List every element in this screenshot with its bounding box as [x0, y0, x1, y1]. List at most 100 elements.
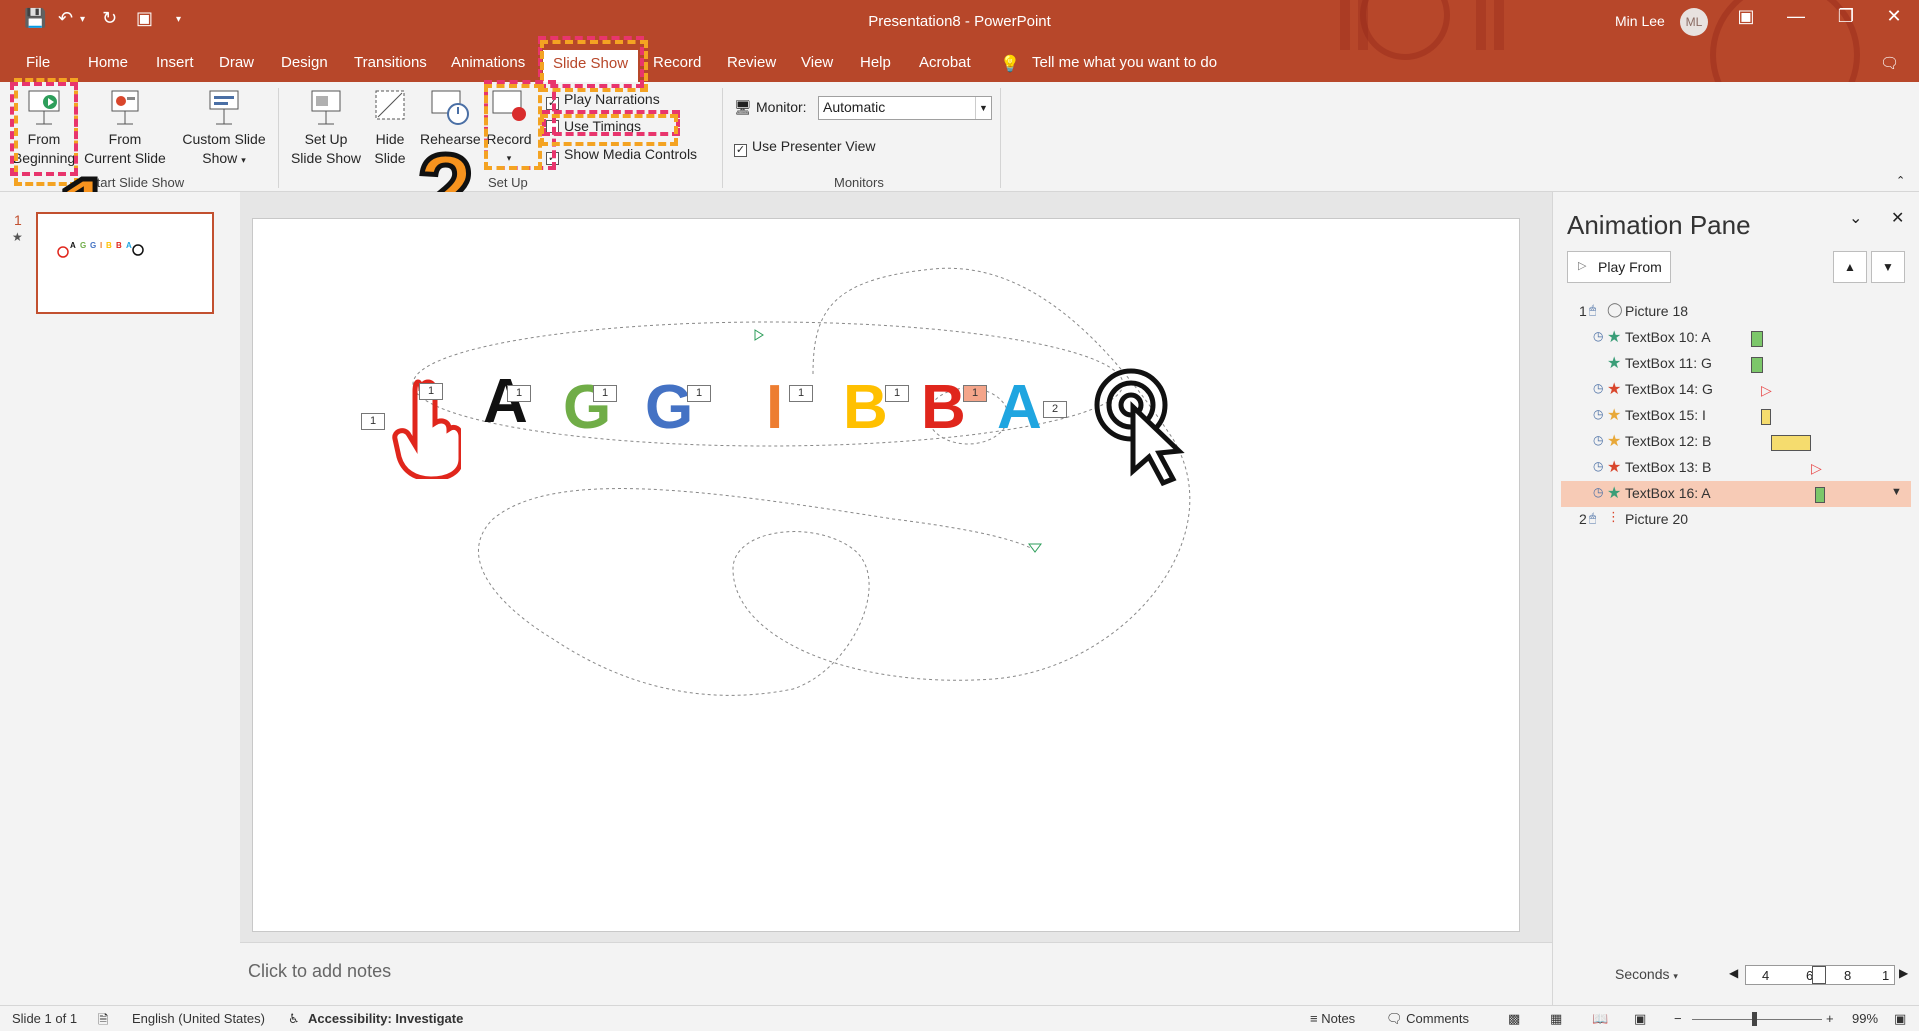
zoom-slider-thumb[interactable]	[1752, 1012, 1757, 1026]
close-icon[interactable]: ✕	[1874, 6, 1914, 27]
spell-check-icon[interactable]: 🗎	[98, 1011, 108, 1031]
svg-text:I: I	[100, 241, 102, 250]
comments-toggle[interactable]: 🗨 Comments	[1386, 1011, 1469, 1027]
show-media-controls-checkbox[interactable]: ✓ Show Media Controls	[546, 146, 697, 165]
item-dropdown-icon[interactable]: ▼	[1891, 486, 1902, 498]
timing-triangle-icon[interactable]: ▷	[1761, 382, 1772, 399]
minimize-icon[interactable]: —	[1776, 6, 1816, 27]
highlight-use-timings-orange	[540, 114, 678, 146]
arrow-up-icon: ▲	[1844, 260, 1856, 274]
animation-order-tag[interactable]: 1	[361, 413, 385, 430]
accessibility-status[interactable]: Accessibility: Investigate	[308, 1011, 463, 1026]
animation-order-tag[interactable]: 1	[687, 385, 711, 402]
animation-order-tag-selected[interactable]: 1	[963, 385, 987, 402]
fit-to-window-icon[interactable]: ▣	[1894, 1011, 1906, 1027]
avatar[interactable]: ML	[1680, 8, 1708, 36]
tab-animations[interactable]: Animations	[451, 54, 525, 71]
animation-item[interactable]: ◷ ★ TextBox 12: B	[1561, 429, 1911, 455]
animation-order-tag[interactable]: 1	[789, 385, 813, 402]
hide-slide-button[interactable]: Hide Slide	[366, 88, 414, 168]
timing-triangle-icon[interactable]: ▷	[1811, 460, 1822, 477]
play-narrations-checkbox[interactable]: ✓ Play Narrations	[546, 91, 660, 110]
animation-item[interactable]: 1 🖱 ◯ Picture 18	[1561, 299, 1911, 325]
slide-letter-1[interactable]: A	[483, 371, 528, 433]
tab-record[interactable]: Record	[653, 54, 701, 71]
close-pane-icon[interactable]: ✕	[1891, 208, 1904, 228]
timing-bar[interactable]	[1771, 435, 1811, 451]
timing-bar[interactable]	[1761, 409, 1771, 425]
zoom-out-icon[interactable]: −	[1674, 1011, 1682, 1026]
tab-file[interactable]: File	[26, 54, 50, 71]
animation-item[interactable]: ◷ ★ TextBox 14: G ▷	[1561, 377, 1911, 403]
animation-item-label: TextBox 15: I	[1625, 407, 1706, 423]
animation-item[interactable]: ◷ ★ TextBox 13: B ▷	[1561, 455, 1911, 481]
tab-home[interactable]: Home	[88, 54, 128, 71]
tab-draw[interactable]: Draw	[219, 54, 254, 71]
set-up-slide-show-button[interactable]: Set Up Slide Show	[286, 88, 366, 168]
animation-item[interactable]: ★ TextBox 11: G	[1561, 351, 1911, 377]
timeline-ruler[interactable]: 4 6 8 1	[1745, 965, 1895, 985]
pane-options-icon[interactable]: ⌄	[1849, 208, 1862, 228]
animation-item[interactable]: 2 🖱 ⋮ Picture 20	[1561, 507, 1911, 533]
play-from-label: Play From	[1598, 259, 1662, 275]
restore-icon[interactable]: ❐	[1826, 6, 1866, 27]
tab-review[interactable]: Review	[727, 54, 776, 71]
zoom-slider-track[interactable]	[1692, 1019, 1822, 1020]
slide-letter-4[interactable]: I	[766, 377, 783, 439]
notes-pane[interactable]: Click to add notes	[240, 942, 1552, 1005]
slide-letter-7[interactable]: A	[997, 377, 1042, 439]
click-target-cursor-icon[interactable]	[1093, 367, 1203, 487]
slide-canvas[interactable]: A G G I B B A 1 1 1 1 1 1 1 1 2	[252, 218, 1520, 932]
custom-slide-show-button[interactable]: Custom Slide Show ▾	[176, 88, 272, 170]
tab-design[interactable]: Design	[281, 54, 328, 71]
from-current-slide-icon	[111, 90, 139, 125]
tab-acrobat[interactable]: Acrobat	[919, 54, 971, 71]
slide-letter-6[interactable]: B	[921, 377, 966, 439]
tell-me-search[interactable]: Tell me what you want to do	[1032, 54, 1217, 71]
tab-view[interactable]: View	[801, 54, 833, 71]
reading-view-icon[interactable]: 📖	[1592, 1011, 1608, 1027]
timing-bar[interactable]	[1751, 357, 1763, 373]
status-bar: Slide 1 of 1 🗎 English (United States) ♿…	[0, 1005, 1919, 1031]
timing-bar[interactable]	[1751, 331, 1763, 347]
tab-insert[interactable]: Insert	[156, 54, 194, 71]
comments-icon[interactable]: 🗨	[1880, 54, 1899, 72]
move-down-button[interactable]: ▼	[1871, 251, 1905, 283]
animation-order-tag[interactable]: 2	[1043, 401, 1067, 418]
slide-show-view-icon[interactable]: ▣	[1634, 1011, 1646, 1027]
slide-letter-5[interactable]: B	[843, 377, 888, 439]
timeline-right-icon[interactable]: ▶	[1899, 966, 1908, 980]
language-status[interactable]: English (United States)	[132, 1011, 265, 1026]
timing-bar[interactable]	[1815, 487, 1825, 503]
normal-view-icon[interactable]: ▩	[1508, 1011, 1520, 1027]
from-current-slide-button[interactable]: From Current Slide	[82, 88, 168, 168]
animation-order-tag[interactable]: 1	[507, 385, 531, 402]
seconds-dropdown[interactable]: Seconds ▾	[1615, 966, 1678, 982]
user-name[interactable]: Min Lee	[1615, 13, 1665, 29]
tab-help[interactable]: Help	[860, 54, 891, 71]
animation-order-tag[interactable]: 1	[593, 385, 617, 402]
path-start-marker	[754, 329, 764, 341]
animation-item[interactable]: ◷ ★ TextBox 10: A	[1561, 325, 1911, 351]
animation-order-tag[interactable]: 1	[885, 385, 909, 402]
ribbon-display-icon[interactable]: ▣	[1726, 6, 1766, 27]
timeline-left-icon[interactable]: ◀	[1729, 966, 1738, 980]
animation-order-tag[interactable]: 1	[419, 383, 443, 400]
timeline-scroll-thumb[interactable]	[1812, 966, 1826, 984]
tab-transitions[interactable]: Transitions	[354, 54, 427, 71]
highlight-record-orange	[484, 84, 542, 170]
group-separator	[1000, 88, 1001, 188]
animation-item-selected[interactable]: ◷ ★ TextBox 16: A ▼	[1561, 481, 1911, 507]
use-presenter-view-checkbox[interactable]: ✓ Use Presenter View	[734, 138, 875, 157]
zoom-in-icon[interactable]: +	[1826, 1011, 1834, 1026]
slide-thumbnail[interactable]: A G G I B B A	[36, 212, 214, 314]
zoom-level[interactable]: 99%	[1852, 1011, 1878, 1026]
notes-toggle[interactable]: ≡ Notes	[1310, 1011, 1355, 1026]
collapse-ribbon-icon[interactable]: ⌃	[1896, 174, 1905, 187]
animation-item[interactable]: ◷ ★ TextBox 15: I	[1561, 403, 1911, 429]
move-up-button[interactable]: ▲	[1833, 251, 1867, 283]
play-from-button[interactable]: ▷ Play From	[1567, 251, 1671, 283]
slide-letter-3[interactable]: G	[645, 377, 693, 439]
monitor-select[interactable]: Automatic ▼	[818, 96, 992, 120]
slide-sorter-icon[interactable]: ▦	[1550, 1011, 1562, 1027]
